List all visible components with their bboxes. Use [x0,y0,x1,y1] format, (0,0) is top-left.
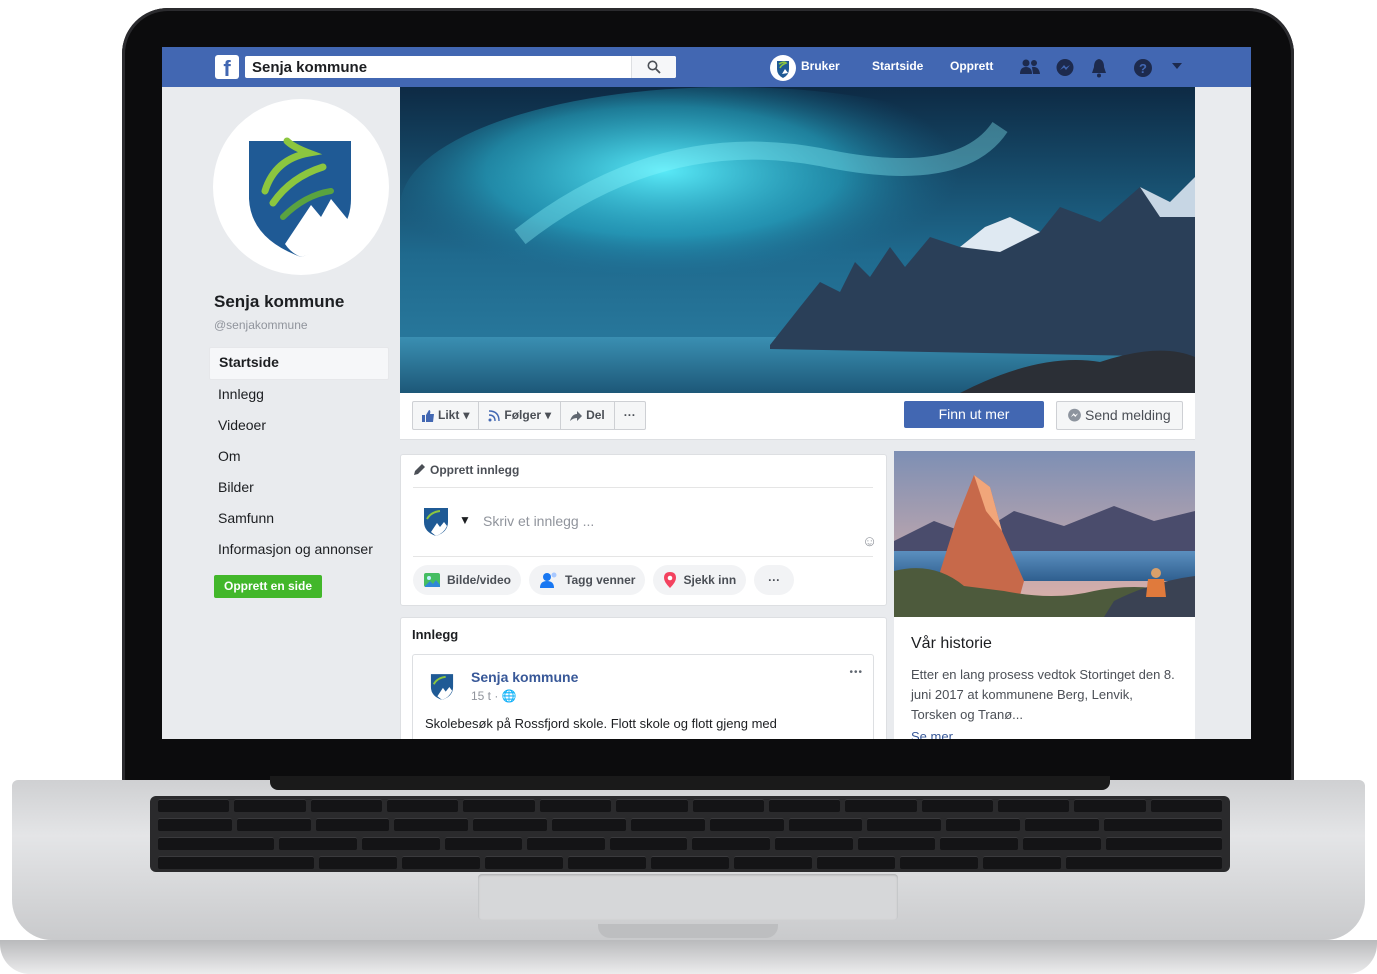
thumbs-up-icon [422,409,434,422]
caret-down-icon[interactable]: ▼ [459,513,471,527]
post-timestamp[interactable]: 15 t · 🌐 [471,689,517,703]
chevron-down-icon: ▾ [545,408,552,422]
post-author[interactable]: Senja kommune [471,669,578,685]
composer-input[interactable]: Skriv et innlegg ... [483,513,594,529]
menu-item-bilder[interactable]: Bilder [209,473,389,504]
menu-item-samfunn[interactable]: Samfunn [209,504,389,535]
emoji-icon[interactable]: ☺ [862,533,877,550]
composer-title: Opprett innlegg [430,463,520,477]
posts-section: Innlegg Senja kommune 15 t · 🌐 ••• Skole… [400,617,887,739]
facebook-logo-icon[interactable]: f [215,55,239,81]
page-name: Senja kommune [214,292,345,311]
share-button[interactable]: Del [561,402,615,429]
our-story-card: Vår historie Etter en lang prosess vedto… [894,451,1195,739]
home-link[interactable]: Startside [872,59,923,73]
post-options-button[interactable]: ••• [849,667,863,678]
like-label: Likt [438,408,460,422]
laptop-notch [598,924,778,938]
photo-icon [424,573,440,587]
page-action-bar: Likt ▾ Følger ▾ Del ··· Finn ut mer Send… [400,393,1195,440]
menu-item-videoer[interactable]: Videoer [209,411,389,442]
page-menu: Startside Innlegg Videoer Om Bilder Samf… [209,347,389,566]
messenger-icon[interactable] [1055,58,1075,78]
post-text: Skolebesøk på Rossfjord skole. Flott sko… [425,716,777,731]
composer-actions: Bilde/video Tagg venner Sjekk inn ··· [413,565,795,595]
create-link[interactable]: Opprett [950,59,993,73]
search-button[interactable] [631,56,676,78]
photo-video-label: Bilde/video [447,573,512,587]
globe-icon: 🌐 [501,689,517,703]
menu-item-innlegg[interactable]: Innlegg [209,380,389,411]
share-arrow-icon [570,410,583,421]
composer-divider [413,556,873,557]
story-photo[interactable] [894,451,1195,617]
more-actions-button[interactable]: ··· [615,402,645,429]
screen: f Senja kommune Bruker Startside Opprett… [162,47,1251,739]
composer-more-button[interactable]: ··· [754,565,795,595]
laptop-hinge [270,776,1110,790]
composer-header: Opprett innlegg [413,463,873,488]
laptop-base-edge [0,940,1377,974]
like-button[interactable]: Likt ▾ [413,402,480,429]
send-message-button[interactable]: Send melding [1056,401,1183,430]
page-avatar-crest-icon [424,508,448,536]
profile-picture[interactable] [213,99,389,275]
tag-friends-button[interactable]: Tagg venner [529,565,646,595]
laptop-keyboard [150,796,1230,872]
posts-title: Innlegg [412,627,459,642]
rss-follow-icon [488,409,501,421]
messenger-icon [1068,408,1081,422]
check-in-button[interactable]: Sjekk inn [653,565,747,595]
search-icon [647,60,661,74]
menu-item-om[interactable]: Om [209,442,389,473]
share-label: Del [586,408,605,422]
tag-friends-icon [540,572,557,588]
senja-crest-icon [249,137,351,257]
friends-icon[interactable] [1019,58,1041,76]
post-composer: Opprett innlegg ▼ Skriv et innlegg ... ☺… [400,454,887,606]
user-avatar[interactable] [770,55,796,81]
user-link[interactable]: Bruker [801,59,840,73]
location-pin-icon [664,572,677,588]
post-time-text: 15 t · [471,689,499,703]
post-card: Senja kommune 15 t · 🌐 ••• Skolebesøk på… [412,654,874,739]
check-in-label: Sjekk inn [683,573,737,587]
create-page-button[interactable]: Opprett en side [214,575,322,598]
help-icon[interactable]: ? [1133,58,1153,78]
cover-photo[interactable] [400,87,1195,393]
svg-text:?: ? [1139,61,1147,76]
story-title: Vår historie [911,635,992,652]
page-actions-group: Likt ▾ Følger ▾ Del ··· [412,401,646,430]
post-author-crest-icon[interactable] [430,672,454,702]
photo-video-button[interactable]: Bilde/video [413,565,522,595]
pencil-icon [414,464,425,475]
follow-label: Følger [504,408,542,422]
story-see-more-link[interactable]: Se mer [911,729,953,739]
account-menu-caret-icon[interactable] [1172,63,1182,70]
follow-button[interactable]: Følger ▾ [479,402,562,429]
menu-item-informasjon[interactable]: Informasjon og annonser [209,535,389,566]
notifications-bell-icon[interactable] [1090,58,1108,78]
tag-friends-label: Tagg venner [565,573,636,587]
chevron-down-icon: ▾ [463,408,470,422]
send-message-label: Send melding [1085,407,1171,423]
page-handle: @senjakommune [214,318,308,332]
facebook-topbar: f Senja kommune Bruker Startside Opprett… [162,47,1251,87]
search-input[interactable]: Senja kommune [245,56,676,78]
menu-item-startside[interactable]: Startside [209,347,389,380]
laptop-trackpad [478,874,898,920]
story-text: Etter en lang prosess vedtok Stortinget … [911,667,1175,722]
search-value: Senja kommune [252,59,368,76]
learn-more-button[interactable]: Finn ut mer [904,401,1044,428]
